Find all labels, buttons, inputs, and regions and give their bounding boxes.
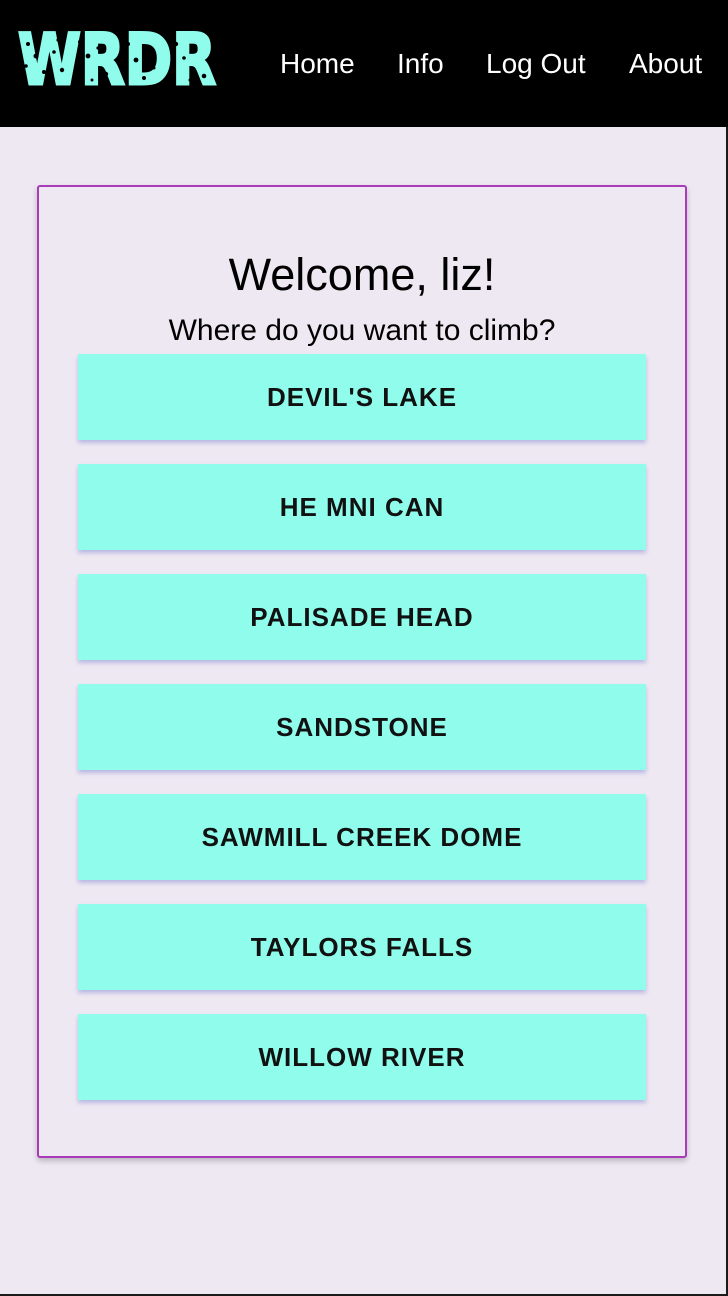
wrdr-logo[interactable]: WRDR <box>18 22 218 92</box>
top-navbar: WRDR Home Info Log Out About <box>0 0 728 127</box>
climb-prompt: Where do you want to climb? <box>168 314 556 347</box>
welcome-heading: Welcome, liz! <box>228 249 496 300</box>
area-button-devils-lake[interactable]: DEVIL'S LAKE <box>78 354 646 440</box>
nav-logout-link[interactable]: Log Out <box>486 44 586 84</box>
area-button-palisade-head[interactable]: PALISADE HEAD <box>78 574 646 660</box>
area-button-willow-river[interactable]: WILLOW RIVER <box>78 1014 646 1100</box>
nav-info-link[interactable]: Info <box>397 44 444 84</box>
area-button-taylors-falls[interactable]: TAYLORS FALLS <box>78 904 646 990</box>
nav-about-link[interactable]: About <box>629 44 702 84</box>
area-button-sawmill-creek-dome[interactable]: SAWMILL CREEK DOME <box>78 794 646 880</box>
area-button-sandstone[interactable]: SANDSTONE <box>78 684 646 770</box>
climbing-area-list: DEVIL'S LAKE HE MNI CAN PALISADE HEAD SA… <box>78 354 646 1124</box>
logo-text: WRDR <box>18 22 216 92</box>
area-button-he-mni-can[interactable]: HE MNI CAN <box>78 464 646 550</box>
nav-home-link[interactable]: Home <box>280 44 355 84</box>
